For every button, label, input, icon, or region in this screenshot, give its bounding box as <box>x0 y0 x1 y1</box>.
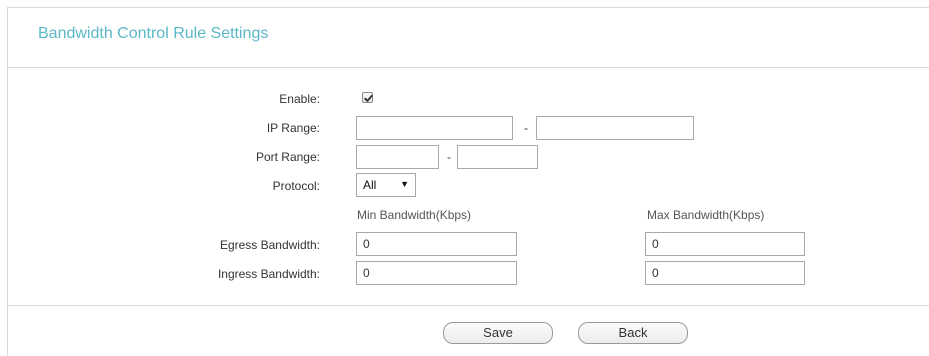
egress-bandwidth-label: Egress Bandwidth: <box>219 238 320 252</box>
ip-range-label: IP Range: <box>266 121 320 135</box>
save-button[interactable]: Save <box>443 322 553 344</box>
protocol-label: Protocol: <box>272 179 320 193</box>
ingress-max-input[interactable] <box>645 261 805 285</box>
port-range-separator: - <box>447 150 451 164</box>
max-bandwidth-header: Max Bandwidth(Kbps) <box>647 208 765 222</box>
enable-checkbox[interactable] <box>362 92 373 103</box>
egress-max-input[interactable] <box>645 232 805 256</box>
top-divider <box>8 67 929 68</box>
port-range-end-input[interactable] <box>457 145 538 169</box>
ip-range-start-input[interactable] <box>356 116 513 140</box>
port-range-start-input[interactable] <box>356 145 439 169</box>
min-bandwidth-header: Min Bandwidth(Kbps) <box>357 208 472 222</box>
ip-range-end-input[interactable] <box>536 116 694 140</box>
bottom-divider <box>8 305 929 306</box>
dropdown-arrow-icon: ▼ <box>400 179 409 189</box>
port-range-label: Port Range: <box>255 150 320 164</box>
back-button[interactable]: Back <box>578 322 688 344</box>
protocol-select[interactable]: All ▼ <box>356 173 416 197</box>
ingress-bandwidth-label: Ingress Bandwidth: <box>217 267 320 281</box>
ip-range-separator: - <box>524 121 528 135</box>
section-title: Bandwidth Control Rule Settings <box>38 25 269 42</box>
ingress-min-input[interactable] <box>356 261 517 285</box>
protocol-selected-value: All <box>363 178 377 192</box>
egress-min-input[interactable] <box>356 232 517 256</box>
checkmark-icon <box>364 94 373 102</box>
enable-label: Enable: <box>279 92 320 106</box>
